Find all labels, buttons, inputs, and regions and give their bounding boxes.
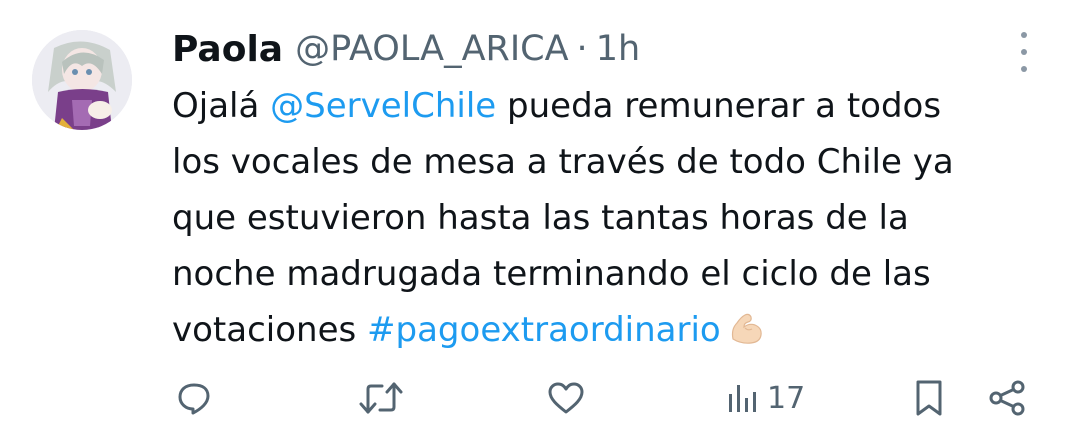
tweet-text-line: Ojalá @ServelChile pueda remunerar a tod…	[172, 78, 1052, 134]
bookmark-button[interactable]	[914, 370, 944, 426]
more-options-dot	[1021, 32, 1027, 38]
retweet-icon	[359, 382, 403, 414]
share-icon	[989, 380, 1025, 416]
mention-link[interactable]: @ServelChile	[270, 86, 496, 126]
tweet-text-line: noche madrugada terminando el ciclo de l…	[172, 254, 931, 294]
tweet-text: Ojalá @ServelChile pueda remunerar a tod…	[172, 78, 1052, 364]
like-button[interactable]	[547, 370, 585, 426]
flexed-biceps-emoji	[727, 308, 765, 364]
views-count: 17	[767, 380, 806, 416]
reply-button[interactable]	[176, 370, 212, 426]
text-segment: pueda remunerar a todos	[496, 86, 942, 126]
like-icon	[548, 382, 584, 414]
hashtag-link[interactable]: #pagoextraordinario	[367, 310, 721, 350]
tweet-text-line: que estuvieron hasta las tantas horas de…	[172, 198, 909, 238]
more-options-dot	[1021, 66, 1027, 72]
text-segment: votaciones	[172, 310, 368, 350]
author-handle[interactable]: @PAOLA_ARICA	[295, 29, 568, 69]
tweet-text-line: votaciones #pagoextraordinario	[172, 302, 1052, 364]
tweet-timestamp[interactable]: 1h	[596, 29, 640, 69]
bookmark-icon	[916, 380, 942, 416]
tweet-header: Paola @PAOLA_ARICA · 1h	[172, 26, 640, 72]
text-segment: Ojalá	[172, 86, 271, 126]
avatar[interactable]	[32, 30, 132, 130]
reply-icon	[178, 383, 210, 415]
views-icon	[729, 385, 756, 412]
tweet-action-bar: 17	[0, 370, 1080, 426]
avatar-image	[32, 30, 132, 130]
header-separator: ·	[576, 29, 588, 69]
more-options-button[interactable]	[1010, 32, 1038, 72]
views-button[interactable]: 17	[727, 370, 805, 426]
more-options-dot	[1021, 49, 1027, 55]
retweet-button[interactable]	[358, 370, 404, 426]
share-button[interactable]	[988, 370, 1026, 426]
tweet-text-line: los vocales de mesa a través de todo Chi…	[172, 142, 954, 182]
author-display-name[interactable]: Paola	[172, 29, 283, 70]
